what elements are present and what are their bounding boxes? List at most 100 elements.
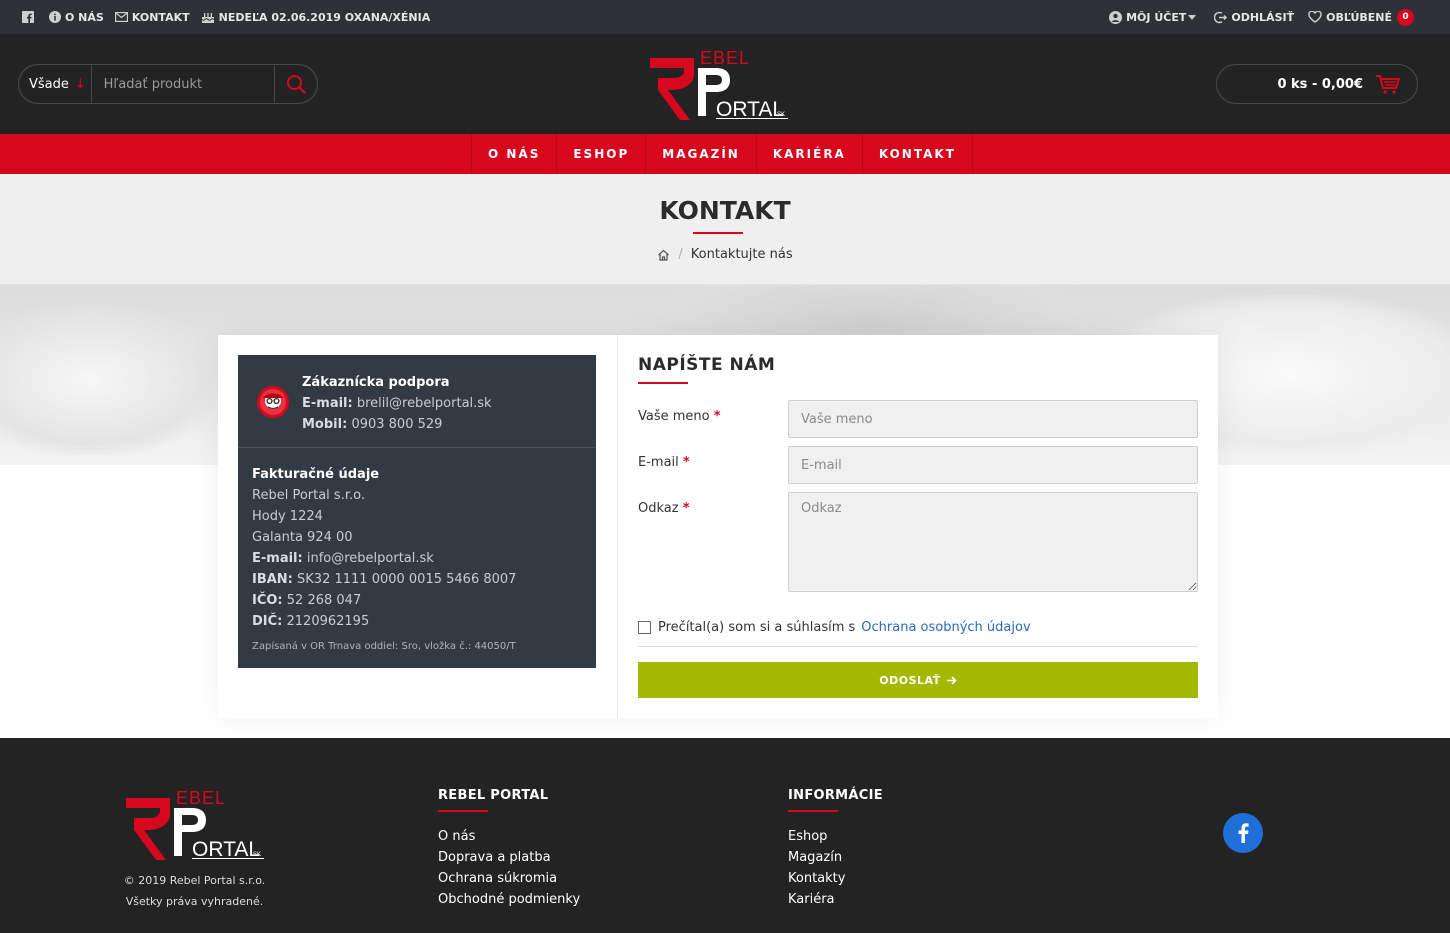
footer-col2-title: INFORMÁCIE: [788, 788, 883, 803]
billing-dic: 2120962195: [286, 614, 370, 629]
footer-logo-text-bottom: ORTAL: [192, 838, 260, 860]
my-account-menu[interactable]: MÔJ ÚČET: [1109, 10, 1200, 24]
footer-logo[interactable]: EBEL ORTAL SK: [122, 788, 267, 861]
main-nav-list: O NÁS ESHOP MAGAZÍN KARIÉRA KONTAKT: [471, 134, 973, 174]
billing-city: Galanta 924 00: [252, 530, 353, 545]
name-input[interactable]: [788, 400, 1198, 438]
footer-column-information: INFORMÁCIE Eshop Magazín Kontakty Kariér…: [788, 788, 883, 910]
required-mark: *: [682, 501, 690, 516]
search-icon: [286, 75, 306, 94]
top-bar: O NÁS KONTAKT NEDEĽA 02.06.2019 OXANA/XÉ…: [0, 0, 1450, 34]
nav-item-contact[interactable]: KONTAKT: [863, 134, 973, 174]
rebel-portal-logo: EBEL ORTAL SK: [650, 48, 788, 121]
site-logo[interactable]: EBEL ORTAL SK: [646, 48, 791, 121]
search-bar: Všade ↓: [18, 64, 318, 104]
nameday-text: NEDEĽA 02.06.2019 OXANA/XÉNIA: [218, 10, 431, 24]
nav-item-eshop[interactable]: ESHOP: [557, 134, 647, 174]
top-link-about[interactable]: O NÁS: [49, 11, 104, 24]
top-bar-left: O NÁS KONTAKT NEDEĽA 02.06.2019 OXANA/XÉ…: [22, 0, 441, 34]
search-scope-select[interactable]: Všade ↓: [19, 65, 92, 103]
top-bar-right: MÔJ ÚČET ODHLÁSIŤ OBĽÚBENÉ 0: [1095, 0, 1414, 34]
support-mobile[interactable]: 0903 800 529: [351, 417, 442, 432]
nav-item-career[interactable]: KARIÉRA: [757, 134, 863, 174]
billing-email[interactable]: info@rebelportal.sk: [307, 551, 434, 566]
main-nav: O NÁS ESHOP MAGAZÍN KARIÉRA KONTAKT: [0, 134, 1450, 174]
user-circle-icon: [1109, 10, 1123, 24]
header: Všade ↓ EBEL ORTAL SK 0 ks - 0,00€: [0, 34, 1450, 134]
billing-ico: 52 268 047: [286, 593, 362, 608]
footer-link-shipping[interactable]: Doprava a platba: [438, 847, 580, 868]
email-input[interactable]: [788, 446, 1198, 484]
form-separator: [638, 646, 1198, 647]
message-label: Odkaz *: [638, 501, 690, 516]
top-link-about-label: O NÁS: [65, 10, 104, 24]
contact-info-panel: Zákaznícka podpora E-mail: brelil@rebelp…: [238, 355, 596, 668]
billing-dic-label: DIČ:: [252, 614, 283, 629]
support-mobile-label: Mobil:: [302, 417, 348, 432]
breadcrumb-current: Kontaktujte nás: [690, 247, 793, 262]
nav-item-magazine[interactable]: MAGAZÍN: [646, 134, 757, 174]
rebel-portal-logo: EBEL ORTAL SK: [126, 788, 264, 861]
footer-col1-underline: [438, 810, 488, 812]
logout-icon: [1214, 11, 1228, 23]
footer: EBEL ORTAL SK © 2019 Rebel Portal s.r.o.…: [0, 738, 1450, 933]
search-scope-label: Všade: [29, 76, 69, 92]
footer-link-career[interactable]: Kariéra: [788, 889, 883, 910]
cart-button[interactable]: 0 ks - 0,00€: [1216, 64, 1418, 104]
footer-link-about[interactable]: O nás: [438, 826, 580, 847]
footer-link-terms[interactable]: Obchodné podmienky: [438, 889, 580, 910]
consent-row: Prečítal(a) som si a súhlasím s Ochrana …: [638, 620, 1031, 635]
heart-icon: [1308, 11, 1322, 23]
favorites-link[interactable]: OBĽÚBENÉ 0: [1308, 8, 1414, 26]
logout-link[interactable]: ODHLÁSIŤ: [1214, 11, 1294, 24]
top-link-contact[interactable]: KONTAKT: [114, 11, 190, 24]
footer-link-magazine[interactable]: Magazín: [788, 847, 883, 868]
footer-link-eshop[interactable]: Eshop: [788, 826, 883, 847]
hero-blob: [0, 305, 220, 455]
name-label-text: Vaše meno: [638, 409, 710, 424]
footer-logo-text-suffix: SK: [253, 852, 261, 858]
email-label: E-mail *: [638, 455, 690, 470]
required-mark: *: [713, 409, 721, 424]
footer-column-rebel-portal: REBEL PORTAL O nás Doprava a platba Ochr…: [438, 788, 580, 910]
logo-text-top: EBEL: [700, 48, 750, 68]
logout-label: ODHLÁSIŤ: [1231, 10, 1295, 24]
message-textarea[interactable]: [788, 492, 1198, 592]
cart-summary: 0 ks - 0,00€: [1277, 76, 1363, 92]
facebook-button[interactable]: [1223, 813, 1263, 853]
consent-checkbox[interactable]: [638, 621, 651, 634]
breadcrumb-separator: /: [678, 247, 683, 262]
nameday-info: NEDEĽA 02.06.2019 OXANA/XÉNIA: [201, 10, 431, 24]
submit-label: ODOSLAŤ: [879, 673, 941, 687]
facebook-square-icon: [22, 11, 34, 23]
billing-iban-label: IBAN:: [252, 572, 293, 587]
footer-link-privacy[interactable]: Ochrana súkromia: [438, 868, 580, 889]
logo-text-suffix: SK: [777, 112, 785, 118]
support-email[interactable]: brelil@rebelportal.sk: [357, 396, 492, 411]
consent-text: Prečítal(a) som si a súhlasím s: [658, 620, 856, 635]
page-title: KONTAKT: [659, 196, 791, 225]
submit-button[interactable]: ODOSLAŤ: [638, 662, 1198, 698]
home-icon[interactable]: [657, 249, 670, 261]
search-input[interactable]: [91, 65, 274, 103]
billing-iban: SK32 1111 0000 0015 5466 8007: [297, 572, 517, 587]
favorites-label: OBĽÚBENÉ: [1326, 10, 1392, 24]
customer-support-block: Zákaznícka podpora E-mail: brelil@rebelp…: [238, 355, 596, 448]
footer-link-contacts[interactable]: Kontakty: [788, 868, 883, 889]
arrow-down-icon: ↓: [74, 76, 86, 92]
search-button[interactable]: [273, 65, 317, 103]
nav-item-about[interactable]: O NÁS: [472, 134, 558, 174]
favorites-count-badge: 0: [1397, 8, 1414, 26]
breadcrumb: / Kontaktujte nás: [0, 247, 1450, 262]
contact-card: Zákaznícka podpora E-mail: brelil@rebelp…: [218, 335, 1218, 718]
my-account-label: MÔJ ÚČET: [1126, 10, 1187, 24]
facebook-link[interactable]: [22, 11, 38, 23]
support-email-label: E-mail:: [302, 396, 353, 411]
privacy-policy-link[interactable]: Ochrana osobných údajov: [861, 620, 1030, 635]
info-icon: [49, 11, 61, 23]
billing-street: Hody 1224: [252, 509, 323, 524]
footer-copyright: © 2019 Rebel Portal s.r.o. Všetky práva …: [112, 870, 277, 912]
contact-form: NAPÍŠTE NÁM Vaše meno * E-mail * Odkaz *…: [638, 355, 1198, 698]
billing-register: Zapísaná v OR Trnava oddiel: Sro, vložka…: [252, 641, 516, 652]
envelope-icon: [114, 12, 128, 22]
